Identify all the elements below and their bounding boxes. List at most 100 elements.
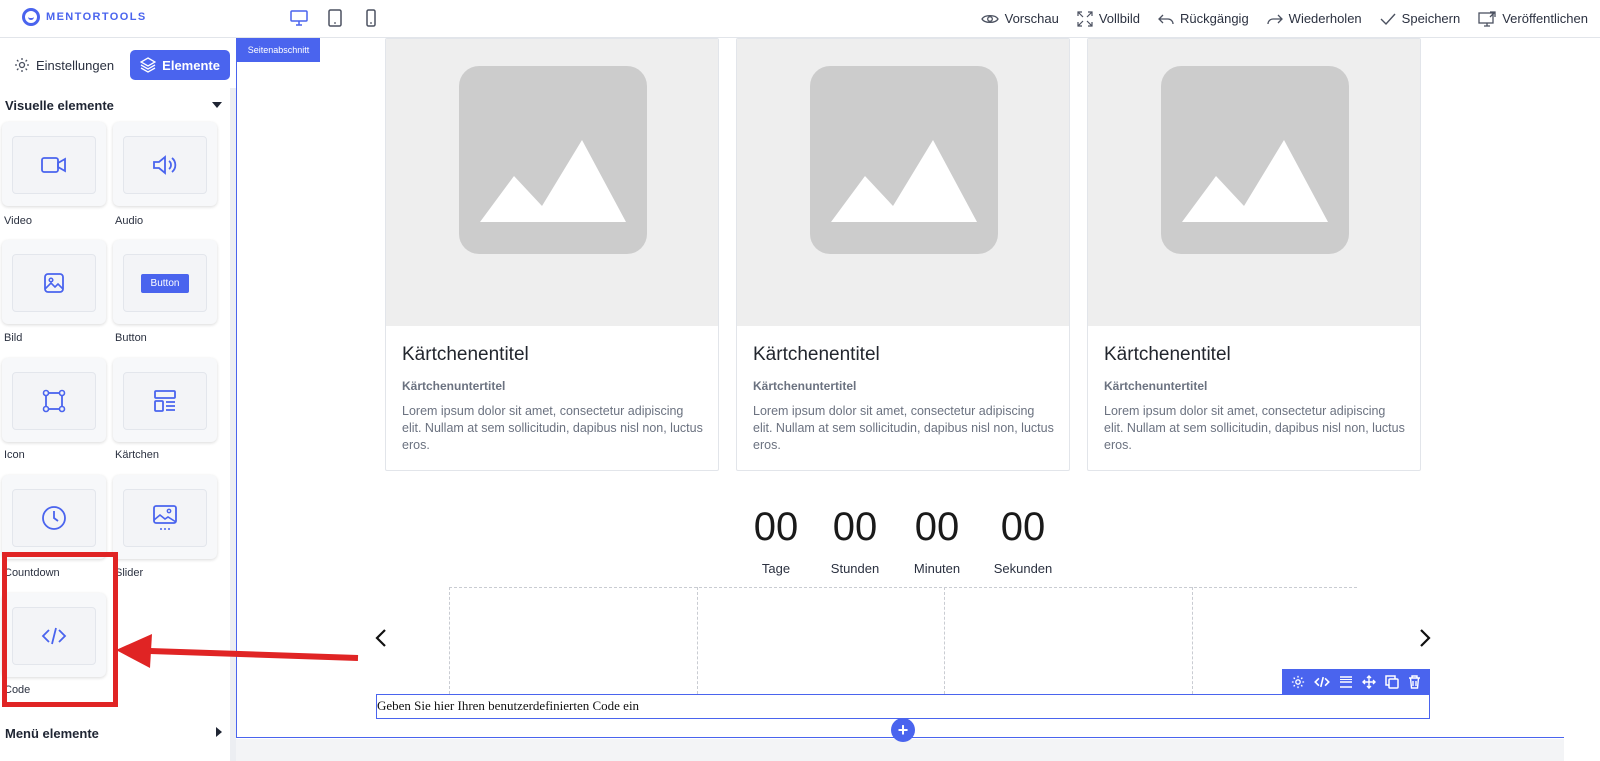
countdown-days-value: 00: [753, 505, 799, 549]
add-section-button[interactable]: +: [891, 718, 915, 742]
caret-down-icon[interactable]: [212, 102, 222, 108]
card-image: [1088, 39, 1420, 326]
mobile-icon[interactable]: [360, 7, 382, 29]
fullscreen-label: Vollbild: [1098, 11, 1141, 26]
redo-button[interactable]: Wiederholen: [1267, 11, 1362, 26]
save-label: Speichern: [1401, 11, 1461, 26]
card-title: Kärtchenentitel: [753, 344, 880, 365]
card-image: [386, 39, 718, 326]
card-image: [737, 39, 1069, 326]
undo-button[interactable]: Rückgängig: [1158, 11, 1249, 26]
countdown-seconds-label: Sekunden: [993, 561, 1053, 576]
image-icon: [44, 273, 64, 293]
tablet-icon[interactable]: [324, 7, 346, 29]
app-logo[interactable]: MENTORTOOLS: [22, 8, 147, 26]
publish-label: Veröffentlichen: [1502, 11, 1588, 26]
image-placeholder-icon: [459, 66, 647, 254]
save-button[interactable]: Speichern: [1380, 11, 1461, 26]
element-tile-icon[interactable]: [2, 358, 106, 442]
menu-elements-title[interactable]: Menü elemente: [5, 726, 99, 741]
align-icon[interactable]: [1339, 675, 1353, 689]
chevron-left-icon: [375, 629, 386, 647]
element-label-card: Kärtchen: [115, 449, 160, 461]
tab-elements[interactable]: Elemente: [130, 50, 231, 80]
gear-icon: [15, 58, 29, 72]
move-icon[interactable]: [1362, 674, 1377, 689]
tab-settings-label: Einstellungen: [36, 57, 115, 73]
code-icon[interactable]: [1313, 675, 1330, 689]
preview-button[interactable]: Vorschau: [980, 11, 1059, 26]
countdown-minutes-value: 00: [914, 505, 960, 549]
element-label-button: Button: [115, 332, 147, 344]
fullscreen-button[interactable]: Vollbild: [1077, 10, 1141, 27]
undo-icon: [1158, 14, 1174, 24]
gear-icon[interactable]: [1291, 675, 1305, 689]
card-title: Kärtchenentitel: [1104, 344, 1231, 365]
countdown-hours-label: Stunden: [830, 561, 880, 576]
logo-icon: [22, 8, 40, 26]
video-icon: [41, 157, 66, 173]
element-tile-video[interactable]: [2, 122, 106, 206]
desktop-icon[interactable]: [288, 7, 310, 29]
slide-divider: [944, 587, 945, 694]
countdown-seconds-value: 00: [1000, 505, 1046, 549]
slide-divider: [449, 587, 450, 694]
element-tile-slider[interactable]: [113, 475, 217, 559]
element-tile-card[interactable]: [113, 358, 217, 442]
publish-button[interactable]: Veröffentlichen: [1478, 10, 1588, 27]
element-label-icon: Icon: [4, 449, 25, 461]
element-tile-image[interactable]: [2, 240, 106, 324]
redo-icon: [1267, 14, 1283, 24]
custom-code-element[interactable]: Geben Sie hier Ihren benutzerdefinierten…: [376, 694, 1430, 719]
card[interactable]: Kärtchenentitel Kärtchenuntertitel Lorem…: [385, 38, 719, 471]
card[interactable]: Kärtchenentitel Kärtchenuntertitel Lorem…: [736, 38, 1070, 471]
tab-elements-label: Elemente: [162, 57, 220, 73]
speaker-icon: [153, 155, 177, 175]
card-body: Lorem ipsum dolor sit amet, consectetur …: [753, 404, 1054, 452]
element-label-image: Bild: [4, 332, 23, 344]
canvas-bottom-strip: [236, 739, 1564, 761]
slider[interactable]: [449, 587, 1357, 694]
undo-label: Rückgängig: [1180, 11, 1249, 26]
eye-icon: [980, 14, 999, 23]
element-toolbar: [1282, 669, 1430, 694]
slider-prev-button[interactable]: [371, 625, 391, 651]
callout-highlight-box: [2, 552, 118, 707]
slider-image-icon: [153, 505, 177, 530]
slide-divider: [697, 587, 698, 694]
element-tile-countdown[interactable]: [2, 475, 106, 559]
card-body: Lorem ipsum dolor sit amet, consectetur …: [1104, 404, 1405, 452]
trash-icon[interactable]: [1408, 674, 1421, 689]
element-label-slider: Slider: [115, 567, 144, 579]
vector-square-icon: [42, 389, 66, 413]
card-subtitle: Kärtchenuntertitel: [753, 379, 857, 393]
slider-next-button[interactable]: [1415, 625, 1435, 651]
image-placeholder-icon: [810, 66, 998, 254]
countdown-days-label: Tage: [761, 561, 791, 576]
element-label-video: Video: [4, 215, 32, 227]
caret-right-icon[interactable]: [216, 727, 222, 737]
publish-icon: [1478, 10, 1496, 27]
clock-icon: [42, 506, 66, 530]
element-tile-button[interactable]: Button: [113, 240, 217, 324]
card-body: Lorem ipsum dolor sit amet, consectetur …: [402, 404, 703, 452]
countdown-hours-value: 00: [832, 505, 878, 549]
element-tile-audio[interactable]: [113, 122, 217, 206]
layers-icon: [140, 57, 157, 73]
redo-label: Wiederholen: [1288, 11, 1362, 26]
visual-elements-title[interactable]: Visuelle elemente: [5, 98, 114, 113]
card[interactable]: Kärtchenentitel Kärtchenuntertitel Lorem…: [1087, 38, 1421, 471]
tab-settings[interactable]: Einstellungen: [6, 50, 122, 80]
card-subtitle: Kärtchenuntertitel: [1104, 379, 1208, 393]
check-icon: [1380, 13, 1396, 25]
slide-divider: [1192, 587, 1193, 694]
chevron-right-icon: [1420, 629, 1431, 647]
card-layout-icon: [154, 390, 176, 412]
section-badge[interactable]: Seitenabschnitt: [237, 38, 320, 62]
logo-text: MENTORTOOLS: [46, 11, 147, 23]
copy-icon[interactable]: [1385, 674, 1399, 689]
top-toolbar: MENTORTOOLS Vorschau Vollbild Rückgängig…: [0, 0, 1600, 38]
right-gutter: [1564, 38, 1600, 761]
expand-icon: [1077, 10, 1093, 27]
code-placeholder: Geben Sie hier Ihren benutzerdefinierten…: [377, 698, 640, 713]
